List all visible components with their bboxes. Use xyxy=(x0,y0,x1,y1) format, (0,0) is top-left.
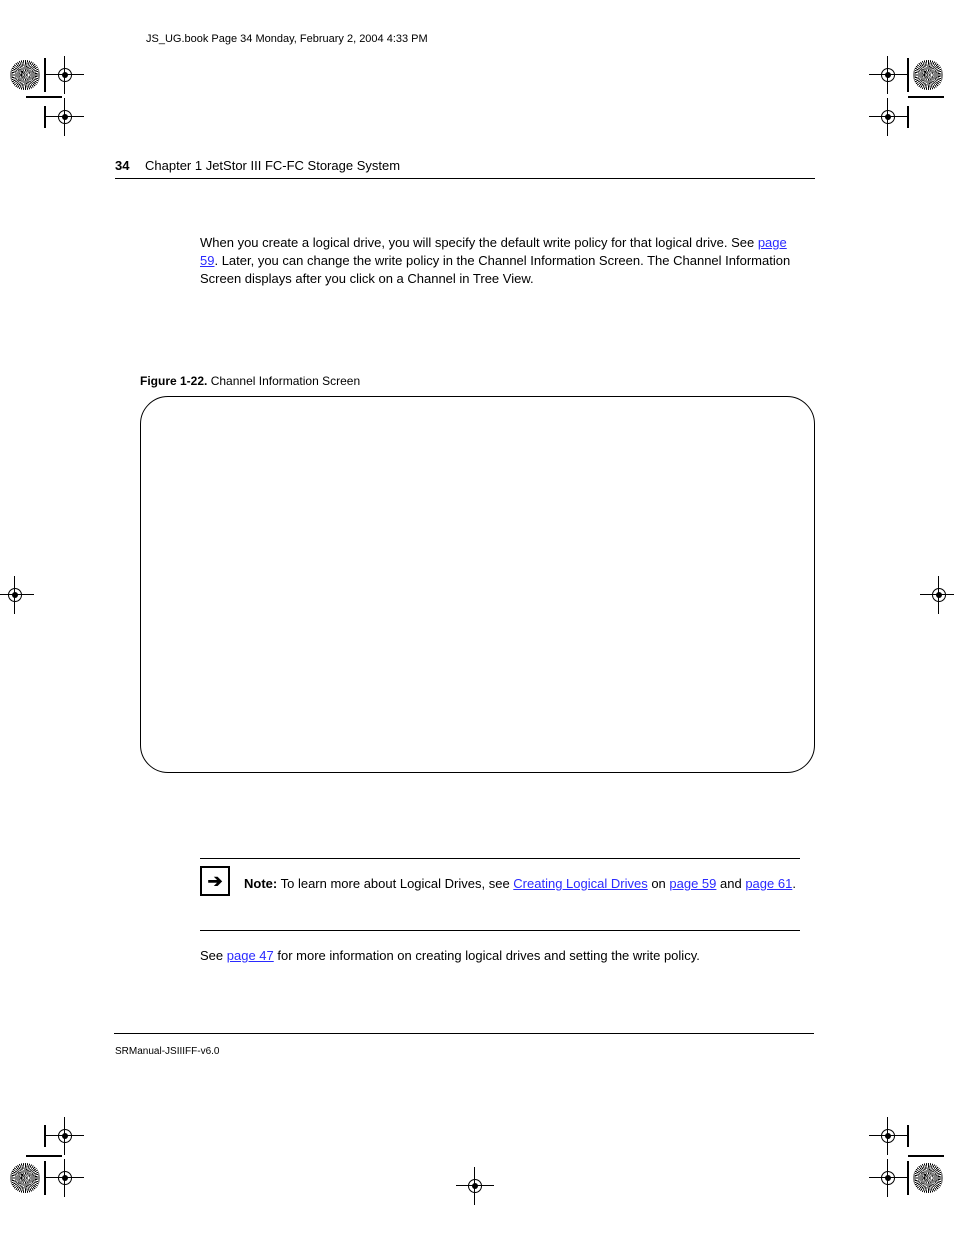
post-note-before: See xyxy=(200,948,227,963)
page-number: 34 xyxy=(115,158,129,173)
figure-title: Channel Information Screen xyxy=(211,374,360,388)
crop-mark-icon xyxy=(0,580,30,610)
crop-mark-icon xyxy=(924,580,954,610)
intro-paragraph: When you create a logical drive, you wil… xyxy=(200,234,800,289)
intro-text-after: . Later, you can change the write policy… xyxy=(200,253,790,286)
doc-id-footer: SRManual-JSIIIFF-v6.0 xyxy=(115,1046,219,1057)
pdf-page-stamp: JS_UG.book Page 34 Monday, February 2, 2… xyxy=(146,33,428,45)
note-before: To learn more about Logical Drives, see xyxy=(281,876,514,891)
note-text: Note: To learn more about Logical Drives… xyxy=(244,874,800,894)
note-between: on xyxy=(648,876,670,891)
note-link-1[interactable]: Creating Logical Drives xyxy=(513,876,647,891)
note-link-2[interactable]: page 59 xyxy=(669,876,716,891)
post-note-after: for more information on creating logical… xyxy=(277,948,699,963)
figure-number: Figure 1-22. xyxy=(140,374,207,388)
figure-placeholder xyxy=(140,396,815,773)
crop-mark-icon xyxy=(872,1121,944,1195)
note-link-3[interactable]: page 61 xyxy=(745,876,792,891)
chapter-heading: Chapter 1 JetStor III FC-FC Storage Syst… xyxy=(145,158,400,173)
note-rule-top xyxy=(200,858,800,859)
note-label: Note: xyxy=(244,876,277,891)
note-period: . xyxy=(792,876,796,891)
crop-mark-icon xyxy=(460,1171,490,1201)
header-rule xyxy=(115,178,815,179)
intro-text-before: When you create a logical drive, you wil… xyxy=(200,235,758,250)
crop-mark-icon xyxy=(10,1121,80,1195)
post-note-paragraph: See page 47 for more information on crea… xyxy=(200,946,800,966)
note-suffix: and xyxy=(716,876,745,891)
crop-mark-icon xyxy=(10,58,80,132)
post-note-link[interactable]: page 47 xyxy=(227,948,274,963)
crop-mark-icon xyxy=(872,58,944,132)
footer-rule xyxy=(114,1033,814,1034)
figure-caption: Figure 1-22. Channel Information Screen xyxy=(140,374,360,388)
note-rule-bottom xyxy=(200,930,800,931)
note-arrow-icon: ➔ xyxy=(200,866,230,896)
